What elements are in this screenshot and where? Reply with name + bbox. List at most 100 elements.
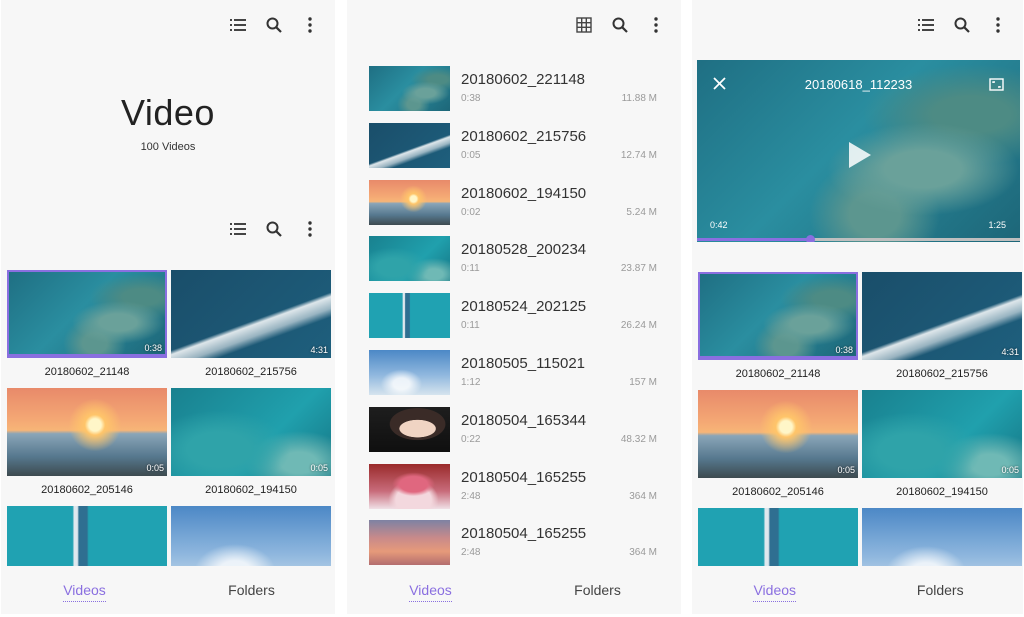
video-tile[interactable]: 0:05 20180602_205146 — [7, 388, 167, 506]
video-list-screen: 20180602_221148 0:38 11.88 M 20180602_21… — [347, 0, 681, 614]
search-icon[interactable] — [951, 14, 973, 36]
video-tile[interactable]: 4:31 20180602_215756 — [171, 270, 331, 388]
video-thumbnail — [369, 406, 450, 452]
video-duration: 2:48 — [461, 490, 481, 502]
list-item[interactable]: 20180528_200234 0:11 23.87 M — [369, 232, 669, 289]
list-item[interactable]: 20180504_165255 2:48 364 M — [369, 460, 669, 517]
list-view-icon[interactable] — [915, 14, 937, 36]
video-name: 20180602_194150 — [205, 484, 297, 496]
more-vertical-icon[interactable] — [645, 14, 667, 36]
video-duration: 4:31 — [310, 345, 328, 355]
video-thumbnail — [369, 66, 450, 111]
player-title: 20180618_112233 — [804, 77, 913, 92]
video-duration: 0:05 — [461, 149, 481, 161]
video-size: 12.74 M — [620, 149, 657, 161]
more-vertical-icon[interactable] — [987, 14, 1009, 36]
video-name: 20180602_21148 — [735, 368, 821, 380]
list-item[interactable]: 20180602_215756 0:05 12.74 M — [369, 119, 669, 176]
video-name: 20180602_215756 — [461, 127, 587, 145]
video-size: 364 M — [629, 490, 657, 502]
seek-handle[interactable] — [806, 235, 816, 242]
tab-videos[interactable]: Videos — [1, 582, 168, 614]
video-size: 48.32 M — [620, 433, 657, 445]
page-title: Video — [121, 92, 215, 133]
video-thumbnail — [369, 293, 450, 339]
video-thumbnail — [369, 122, 450, 168]
grid-view-icon[interactable] — [573, 14, 595, 36]
video-thumbnail — [369, 236, 450, 282]
video-thumbnail — [369, 520, 450, 566]
video-duration: 2:48 — [461, 547, 481, 559]
video-name: 20180504_165255 — [461, 468, 587, 486]
video-grid: 0:38 20180602_21148 4:31 20180602_215756… — [7, 270, 331, 594]
list-item[interactable]: 20180602_194150 0:02 5.24 M — [369, 176, 669, 233]
video-thumbnail — [369, 179, 450, 225]
tab-folders[interactable]: Folders — [168, 582, 335, 614]
video-name: 20180524_202125 — [461, 298, 587, 316]
video-duration: 0:05 — [837, 465, 855, 475]
list-item[interactable]: 20180505_115021 1:12 157 M — [369, 346, 669, 403]
list-view-icon[interactable] — [227, 218, 249, 240]
seek-progress — [697, 238, 811, 241]
video-tile[interactable]: 0:05 20180602_194150 — [862, 390, 1022, 508]
video-thumbnail: 4:31 — [862, 272, 1022, 360]
video-duration: 0:11 — [461, 263, 480, 275]
video-duration: 0:05 — [310, 463, 328, 473]
video-thumbnail: 0:38 — [698, 272, 858, 360]
video-duration: 0:38 — [461, 93, 481, 104]
video-thumbnail: 0:05 — [698, 390, 858, 478]
video-name: 20180602_215756 — [205, 366, 297, 378]
list-view-icon[interactable] — [227, 14, 249, 36]
video-thumbnail — [369, 463, 450, 509]
video-size: 23.87 M — [620, 263, 657, 275]
total-time: 1:25 — [988, 220, 1006, 230]
video-count: 100 Videos — [140, 141, 196, 153]
video-tile[interactable]: 4:31 20180602_215756 — [862, 272, 1022, 390]
tab-videos[interactable]: Videos — [692, 582, 858, 614]
video-thumbnail: 0:05 — [171, 388, 331, 476]
video-thumbnail: 0:05 — [862, 390, 1022, 478]
video-duration: 0:05 — [1001, 465, 1019, 475]
video-player[interactable]: 20180618_112233 0:42 1:25 — [697, 60, 1020, 242]
list-item[interactable]: 20180602_221148 0:38 11.88 M — [369, 62, 669, 119]
top-toolbar — [573, 14, 667, 36]
tab-folders[interactable]: Folders — [514, 582, 681, 614]
more-vertical-icon[interactable] — [299, 14, 321, 36]
video-name: 20180602_205146 — [732, 486, 824, 498]
video-size: 26.24 M — [620, 320, 657, 332]
more-vertical-icon[interactable] — [299, 218, 321, 240]
video-name: 20180602_21148 — [44, 366, 130, 378]
play-icon[interactable] — [847, 140, 873, 175]
video-name: 20180528_200234 — [461, 241, 587, 259]
fullscreen-icon[interactable] — [989, 78, 1004, 96]
video-thumbnail: 0:05 — [7, 388, 167, 476]
video-player-screen: 20180618_112233 0:42 1:25 0:38 20180602_… — [692, 0, 1023, 614]
video-duration: 0:22 — [461, 433, 481, 445]
video-duration: 0:38 — [144, 343, 162, 353]
video-thumbnail: 0:38 — [7, 270, 167, 358]
video-grid: 0:38 20180602_21148 4:31 20180602_215756… — [698, 272, 1022, 596]
video-size: 11.88 M — [621, 93, 657, 104]
video-thumbnail: 4:31 — [171, 270, 331, 358]
tab-folders[interactable]: Folders — [858, 582, 1024, 614]
video-grid-screen: Video 100 Videos 0:38 20180602_21148 4:3… — [1, 0, 335, 614]
video-name: 20180602_221148 — [461, 71, 586, 88]
video-tile[interactable]: 0:38 20180602_21148 — [698, 272, 858, 390]
video-duration: 4:31 — [1001, 347, 1019, 357]
video-tile[interactable]: 0:05 20180602_194150 — [171, 388, 331, 506]
video-tile[interactable]: 0:38 20180602_21148 — [7, 270, 167, 388]
video-duration: 0:05 — [146, 463, 164, 473]
bottom-tabs: Videos Folders — [1, 566, 335, 614]
search-icon[interactable] — [263, 218, 285, 240]
seek-bar[interactable] — [697, 235, 1020, 242]
video-tile[interactable]: 0:05 20180602_205146 — [698, 390, 858, 508]
search-icon[interactable] — [263, 14, 285, 36]
tab-videos[interactable]: Videos — [347, 582, 514, 614]
list-item[interactable]: 20180504_165255 2:48 364 M — [369, 516, 669, 573]
video-name: 20180602_194150 — [896, 486, 988, 498]
list-item[interactable]: 20180524_202125 0:11 26.24 M — [369, 289, 669, 346]
video-list: 20180602_221148 0:38 11.88 M 20180602_21… — [369, 62, 669, 573]
search-icon[interactable] — [609, 14, 631, 36]
video-size: 157 M — [629, 376, 657, 388]
list-item[interactable]: 20180504_165344 0:22 48.32 M — [369, 403, 669, 460]
